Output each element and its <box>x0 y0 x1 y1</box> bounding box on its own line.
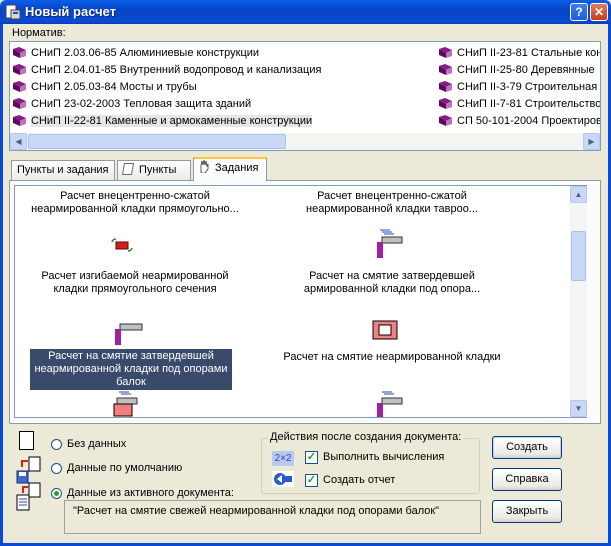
blank-document-icon <box>19 431 34 450</box>
create-report-checkbox[interactable]: ✓ <box>305 474 318 487</box>
report-icon <box>272 471 294 487</box>
vertical-scroll-thumb[interactable] <box>571 231 586 281</box>
book-icon <box>439 81 452 92</box>
calculate-checkbox-label: Выполнить вычисления <box>323 451 445 463</box>
book-icon <box>13 81 26 92</box>
normativ-item[interactable]: СНиП II-25-80 Деревянные <box>436 62 595 78</box>
beam-hatched-support-icon <box>113 391 138 417</box>
book-icon <box>13 47 26 58</box>
calculate-checkbox[interactable]: ✓ <box>305 451 318 464</box>
calculator-app-icon <box>5 4 21 20</box>
task-item[interactable]: Расчет на смятие неармированной кладки <box>282 351 502 364</box>
calculate-icon: 2×2 <box>272 451 294 466</box>
book-icon <box>439 98 452 109</box>
bearing-area-icon <box>372 320 398 340</box>
normativ-item[interactable]: СНиП 2.05.03-84 Мосты и трубы <box>10 79 197 95</box>
active-document-name: "Расчет на смятие свежей неармированной … <box>64 500 481 534</box>
task-item[interactable]: Расчет внецентренно-сжатой неармированно… <box>25 190 245 216</box>
task-item-selected[interactable]: Расчет на смятие затвердевшей неармирова… <box>30 349 232 390</box>
book-icon <box>13 98 26 109</box>
active-document-icon <box>16 482 41 511</box>
task-item[interactable]: Расчет изгибаемой неармированной кладки … <box>25 270 245 296</box>
normativ-item-selected[interactable]: СНиП II-22-81 Каменные и армокаменные ко… <box>10 113 313 129</box>
book-icon <box>13 64 26 75</box>
close-title-button[interactable]: ✕ <box>590 3 608 21</box>
radio-no-data[interactable] <box>51 439 62 450</box>
tasks-vertical-scrollbar[interactable]: ▲ ▼ <box>570 185 587 418</box>
title-bar[interactable]: Новый расчет ? ✕ <box>0 0 611 24</box>
normativ-item[interactable]: СП 50-101-2004 Проектиров <box>436 113 600 129</box>
book-icon <box>439 47 452 58</box>
close-button[interactable]: Закрыть <box>492 500 562 523</box>
task-item[interactable]: Расчет внецентренно-сжатой неармированно… <box>282 190 502 216</box>
hand-icon <box>199 159 209 174</box>
book-icon <box>439 64 452 75</box>
tasks-list[interactable]: Расчет внецентренно-сжатой неармированно… <box>14 185 584 418</box>
scroll-down-arrow-icon[interactable]: ▼ <box>570 400 587 417</box>
radio-active-document[interactable] <box>51 488 62 499</box>
create-report-checkbox-label: Создать отчет <box>323 474 396 486</box>
normativ-item[interactable]: СНиП 2.03.06-85 Алюминиевые конструкции <box>10 45 259 61</box>
wall-tee-load-icon <box>377 229 403 258</box>
radio-default-data[interactable] <box>51 463 62 474</box>
tab-items-and-tasks[interactable]: Пункты и задания <box>11 160 115 180</box>
normativ-item[interactable]: СНиП 2.04.01-85 Внутренний водопровод и … <box>10 62 321 78</box>
scroll-right-arrow-icon[interactable]: ▶ <box>583 133 600 150</box>
horizontal-scroll-thumb[interactable] <box>28 134 286 149</box>
help-title-button[interactable]: ? <box>570 3 588 21</box>
normativ-item[interactable]: СНиП II-3-79 Строительная <box>436 79 597 95</box>
tab-items[interactable]: Пункты <box>117 160 191 180</box>
book-icon <box>13 115 26 126</box>
window-frame-left <box>0 24 3 546</box>
normativ-horizontal-scrollbar[interactable]: ◀ ▶ <box>10 133 600 150</box>
scroll-up-arrow-icon[interactable]: ▲ <box>570 186 587 203</box>
radio-default-data-label: Данные по умолчанию <box>67 462 183 474</box>
normativ-item[interactable]: СНиП II-7-81 Строительство <box>436 96 600 112</box>
create-button[interactable]: Создать <box>492 436 562 459</box>
scroll-left-arrow-icon[interactable]: ◀ <box>10 133 27 150</box>
beam-rotation-icon <box>111 238 133 252</box>
radio-active-document-label: Данные из активного документа: <box>67 487 234 499</box>
after-create-actions-title: Действия после создания документа: <box>268 431 464 443</box>
normativ-item[interactable]: СНиП 23-02-2003 Тепловая защита зданий <box>10 96 251 112</box>
note-icon <box>121 163 135 175</box>
window-title: Новый расчет <box>25 4 117 19</box>
beam-support-icon <box>115 323 143 345</box>
normativ-label: Норматив: <box>12 27 66 39</box>
help-button[interactable]: Справка <box>492 468 562 491</box>
radio-no-data-label: Без данных <box>67 438 127 450</box>
book-icon <box>439 115 452 126</box>
task-item[interactable]: Расчет на смятие затвердевшей армированн… <box>282 270 502 296</box>
normativ-item[interactable]: СНиП II-23-81 Стальные конструкции <box>436 45 600 61</box>
tab-tasks[interactable]: Задания <box>193 157 267 181</box>
wall-beam-load-icon <box>377 391 403 417</box>
normativ-list[interactable]: СНиП 2.03.06-85 Алюминиевые конструкции … <box>9 41 601 151</box>
